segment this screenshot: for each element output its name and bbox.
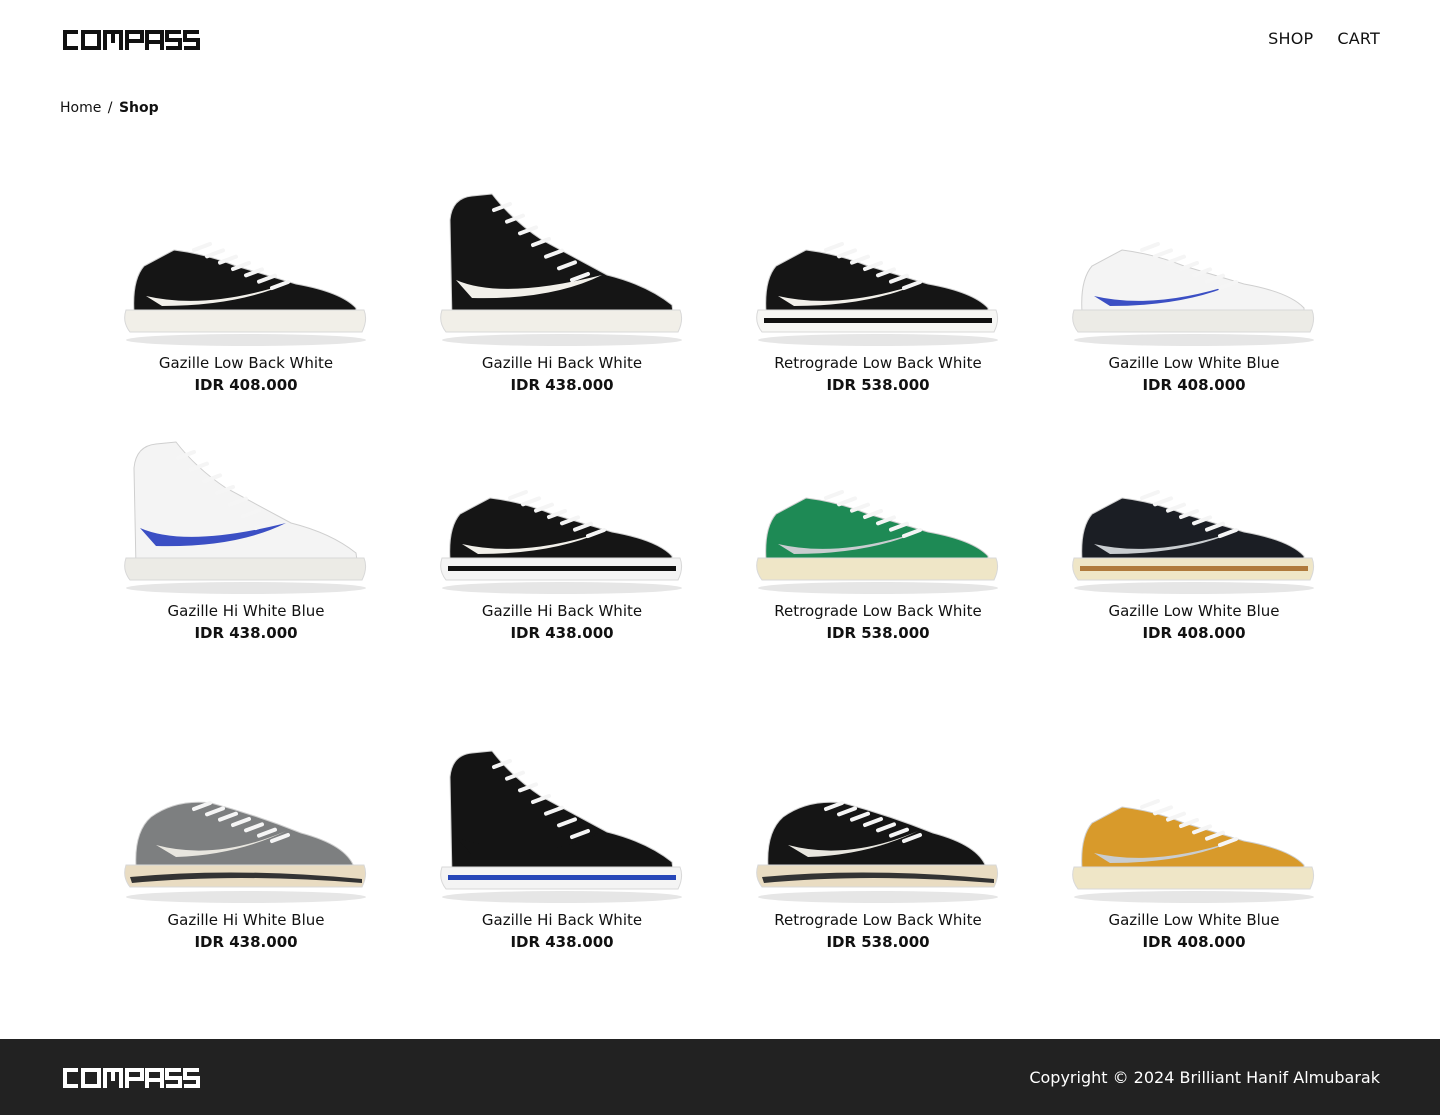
footer-copyright: Copyright © 2024 Brilliant Hanif Almubar…: [1029, 1068, 1380, 1087]
shoe-image: [1072, 799, 1315, 903]
breadcrumb-current: Shop: [118, 100, 159, 116]
product-card[interactable]: Retrograde Low Back White IDR 538.000: [720, 418, 1036, 697]
shoe-image: [440, 193, 683, 346]
breadcrumb-home-link[interactable]: Home: [60, 100, 101, 116]
product-price: IDR 438.000: [194, 933, 298, 951]
product-card[interactable]: Gazille Low Back White IDR 408.000: [88, 170, 404, 418]
shoe-image: [124, 801, 367, 903]
shoe-image: [1072, 490, 1315, 594]
breadcrumb: Home / Shop: [60, 100, 159, 116]
product-name[interactable]: Gazille Hi White Blue: [168, 911, 325, 929]
product-card[interactable]: Gazille Hi White Blue IDR 438.000: [88, 418, 404, 697]
product-name[interactable]: Retrograde Low Back White: [774, 911, 981, 929]
product-name[interactable]: Gazille Hi Back White: [482, 602, 642, 620]
product-price: IDR 438.000: [510, 624, 614, 642]
product-price: IDR 538.000: [826, 933, 930, 951]
site-footer: Copyright © 2024 Brilliant Hanif Almubar…: [0, 1039, 1440, 1115]
nav-cart-link[interactable]: CART: [1337, 29, 1380, 48]
product-name[interactable]: Gazille Low White Blue: [1108, 354, 1279, 372]
product-card[interactable]: Retrograde Low Back White IDR 538.000: [720, 697, 1036, 951]
nav-shop-link[interactable]: SHOP: [1268, 29, 1313, 48]
product-name[interactable]: Gazille Low White Blue: [1108, 911, 1279, 929]
product-name[interactable]: Retrograde Low Back White: [774, 602, 981, 620]
brand-logo[interactable]: [60, 27, 200, 53]
product-card[interactable]: Gazille Hi Back White IDR 438.000: [404, 697, 720, 951]
product-image[interactable]: [116, 418, 376, 598]
product-image[interactable]: [432, 418, 692, 598]
footer-logo-mark: [63, 1068, 200, 1088]
product-card[interactable]: Gazille Hi Back White IDR 438.000: [404, 418, 720, 697]
product-name[interactable]: Gazille Low White Blue: [1108, 602, 1279, 620]
shoe-image: [124, 441, 367, 594]
shoe-image: [756, 490, 999, 594]
product-image[interactable]: [748, 697, 1008, 907]
product-image[interactable]: [432, 170, 692, 350]
product-price: IDR 408.000: [1142, 933, 1246, 951]
brand-logo-mark: [63, 30, 200, 50]
product-image[interactable]: [1064, 170, 1324, 350]
product-image[interactable]: [432, 697, 692, 907]
product-name[interactable]: Gazille Low Back White: [159, 354, 333, 372]
product-price: IDR 438.000: [510, 933, 614, 951]
main-nav: SHOP CART: [1268, 29, 1380, 48]
product-card[interactable]: Gazille Hi Back White IDR 438.000: [404, 170, 720, 418]
product-image[interactable]: [116, 170, 376, 350]
footer-brand-logo[interactable]: [60, 1065, 200, 1091]
product-card[interactable]: Gazille Low White Blue IDR 408.000: [1036, 697, 1352, 951]
product-price: IDR 438.000: [194, 624, 298, 642]
product-grid: Gazille Low Back White IDR 408.000 Gazille…: [88, 170, 1352, 951]
shoe-image: [1072, 242, 1315, 346]
product-name[interactable]: Retrograde Low Back White: [774, 354, 981, 372]
product-card[interactable]: Gazille Low White Blue IDR 408.000: [1036, 418, 1352, 697]
breadcrumb-separator: /: [107, 100, 113, 116]
product-image[interactable]: [748, 170, 1008, 350]
product-image[interactable]: [116, 697, 376, 907]
product-price: IDR 408.000: [1142, 624, 1246, 642]
product-name[interactable]: Gazille Hi White Blue: [168, 602, 325, 620]
product-price: IDR 438.000: [510, 376, 614, 394]
product-image[interactable]: [748, 418, 1008, 598]
product-image[interactable]: [1064, 697, 1324, 907]
product-price: IDR 408.000: [194, 376, 298, 394]
product-name[interactable]: Gazille Hi Back White: [482, 354, 642, 372]
product-image[interactable]: [1064, 418, 1324, 598]
site-header: SHOP CART: [0, 0, 1440, 80]
product-card[interactable]: Retrograde Low Back White IDR 538.000: [720, 170, 1036, 418]
product-card[interactable]: Gazille Low White Blue IDR 408.000: [1036, 170, 1352, 418]
product-price: IDR 408.000: [1142, 376, 1246, 394]
product-name[interactable]: Gazille Hi Back White: [482, 911, 642, 929]
shoe-image: [756, 242, 999, 346]
shoe-image: [440, 750, 683, 903]
shoe-image: [756, 801, 999, 903]
shoe-image: [440, 490, 683, 594]
product-price: IDR 538.000: [826, 376, 930, 394]
product-price: IDR 538.000: [826, 624, 930, 642]
shoe-image: [124, 242, 367, 346]
product-card[interactable]: Gazille Hi White Blue IDR 438.000: [88, 697, 404, 951]
